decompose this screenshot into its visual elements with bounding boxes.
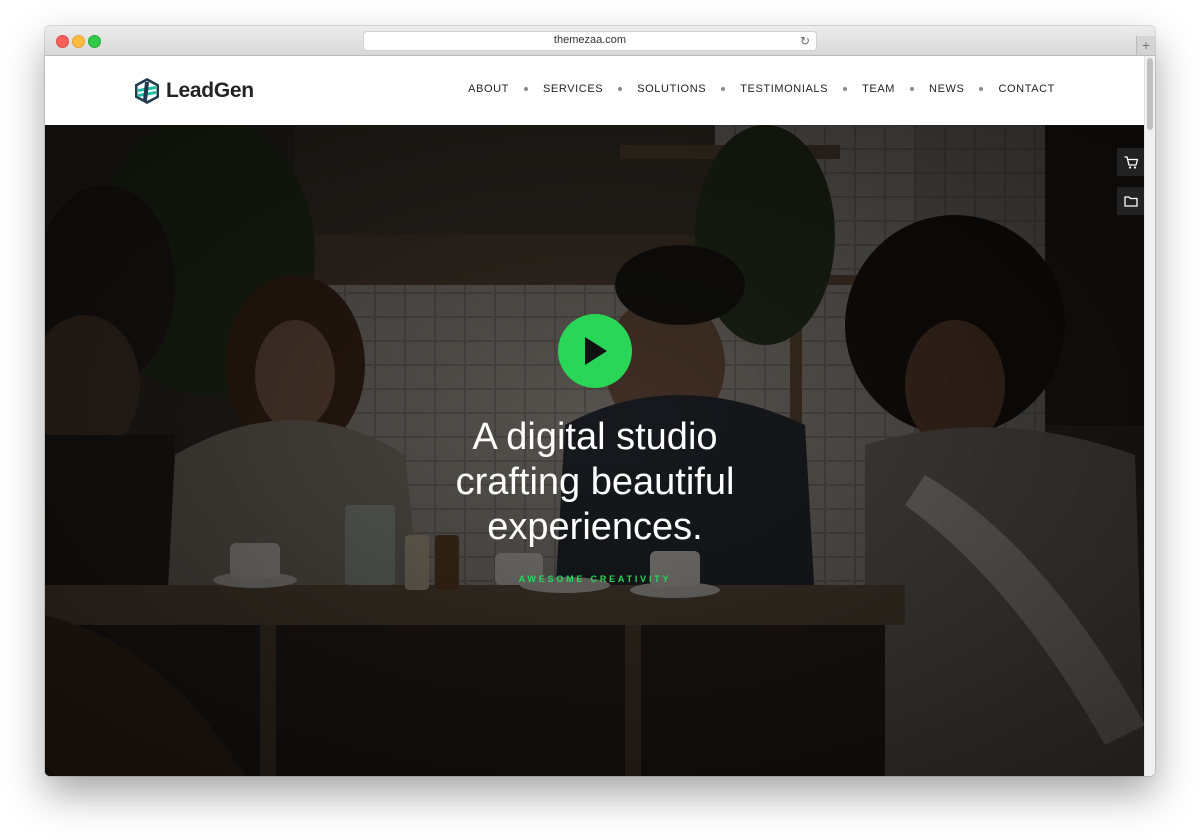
main-nav: ABOUT SERVICES SOLUTIONS TESTIMONIALS TE… [468,83,1055,95]
address-bar[interactable]: themezaa.com ↻ [363,31,817,51]
new-tab-button[interactable]: + [1136,36,1155,55]
web-page: LeadGen ABOUT SERVICES SOLUTIONS TESTIMO… [45,56,1145,776]
nav-separator [843,87,848,91]
nav-separator [721,87,726,91]
nav-contact[interactable]: CONTACT [998,83,1055,95]
url-text: themezaa.com [553,34,627,46]
play-icon [585,337,607,365]
hero-section: A digital studio crafting beautiful expe… [45,125,1145,776]
logo-icon [135,78,159,104]
nav-separator [618,87,623,91]
headline-line: crafting beautiful [455,461,735,503]
folder-icon [1124,196,1138,207]
scrollbar-thumb[interactable] [1147,58,1153,130]
nav-testimonials[interactable]: TESTIMONIALS [740,83,828,95]
nav-separator [910,87,915,91]
site-header: LeadGen ABOUT SERVICES SOLUTIONS TESTIMO… [45,56,1145,125]
nav-services[interactable]: SERVICES [543,83,603,95]
nav-separator [523,87,528,91]
cart-icon [1124,155,1138,169]
headline-line: experiences. [487,506,703,548]
folder-button[interactable] [1117,187,1145,215]
reload-icon[interactable]: ↻ [800,33,810,49]
nav-team[interactable]: TEAM [862,83,895,95]
nav-solutions[interactable]: SOLUTIONS [637,83,706,95]
nav-separator [979,87,984,91]
zoom-window-button[interactable] [88,35,101,48]
site-logo[interactable]: LeadGen [134,76,254,106]
brand-name: LeadGen [166,79,254,102]
close-window-button[interactable] [56,35,69,48]
hero-headline: A digital studio crafting beautiful expe… [295,415,895,550]
headline-line: A digital studio [472,416,718,458]
browser-titlebar: themezaa.com ↻ + [45,26,1155,56]
nav-news[interactable]: NEWS [929,83,964,95]
page-scrollbar[interactable] [1144,56,1155,776]
minimize-window-button[interactable] [72,35,85,48]
play-video-button[interactable] [558,314,632,388]
hero-tagline: AWESOME CREATIVITY [518,574,672,584]
browser-window: themezaa.com ↻ + LeadGen ABOUT SERVICES [45,26,1155,776]
cart-button[interactable] [1117,148,1145,176]
nav-about[interactable]: ABOUT [468,83,509,95]
